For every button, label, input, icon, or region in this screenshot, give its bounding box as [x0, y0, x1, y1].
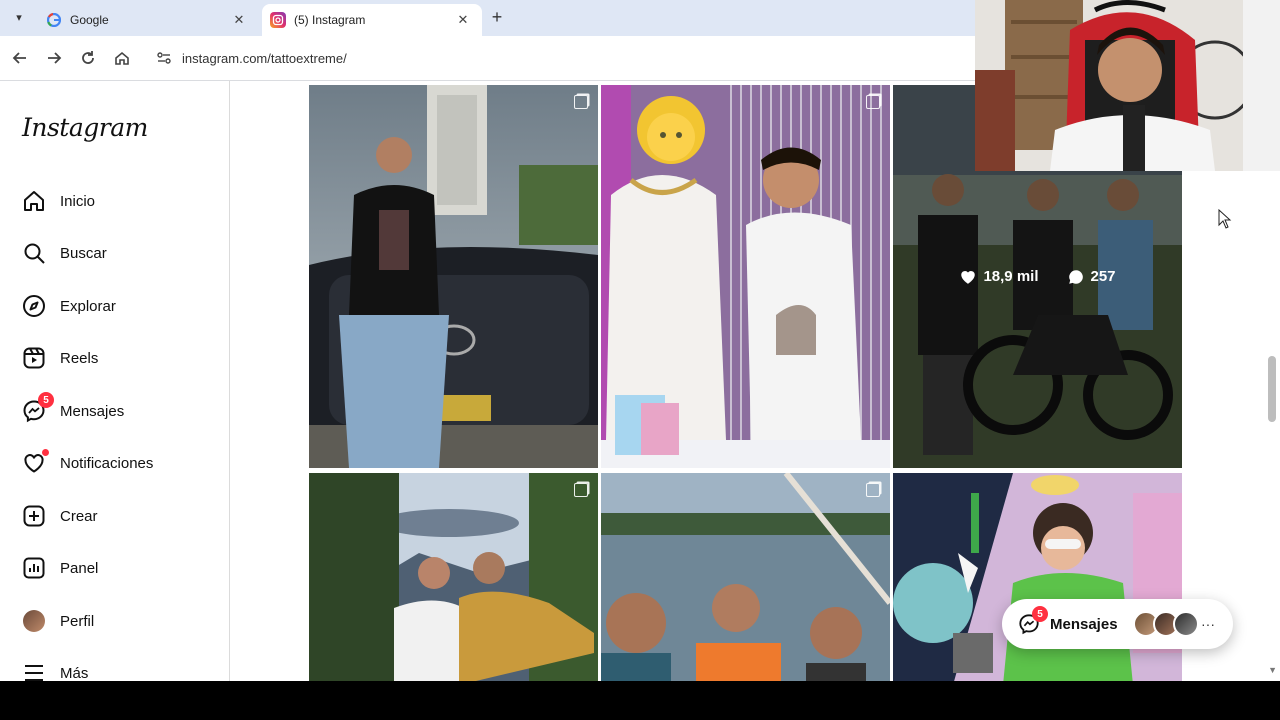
sidebar-item-mas[interactable]: Más: [22, 657, 222, 681]
profile-avatar: [22, 609, 46, 633]
heart-filled-icon: [961, 270, 976, 284]
forward-arrow-icon[interactable]: [42, 46, 66, 70]
messages-badge: 5: [38, 392, 54, 408]
heart-icon: [22, 449, 49, 475]
tab-title: Google: [70, 13, 109, 27]
address-bar[interactable]: instagram.com/tattoextreme/: [146, 42, 972, 74]
post-thumbnail[interactable]: [893, 473, 1182, 681]
home-icon: [22, 189, 46, 213]
multi-post-icon: [866, 95, 880, 109]
like-count-value: 18,9 mil: [983, 268, 1039, 285]
messages-popup-button[interactable]: 5 Mensajes ···: [1002, 599, 1233, 649]
multi-post-icon: [574, 483, 588, 497]
scroll-down-arrow-icon[interactable]: ▼: [1268, 665, 1277, 675]
search-icon: [22, 241, 46, 265]
messages-popup-label: Mensajes: [1050, 615, 1118, 633]
sidebar-item-crear[interactable]: Crear: [22, 500, 222, 532]
sidebar-item-inicio[interactable]: Inicio: [22, 185, 222, 217]
sidebar-item-notificaciones[interactable]: Notificaciones: [22, 447, 222, 479]
sidebar-item-mensajes[interactable]: 5 Mensajes: [22, 392, 222, 427]
messenger-icon: 5: [22, 392, 54, 423]
url-text: instagram.com/tattoextreme/: [182, 50, 347, 66]
reload-icon[interactable]: [76, 46, 100, 70]
comment-count-value: 257: [1090, 268, 1116, 285]
webcam-overlay: [975, 0, 1280, 171]
comment-count: 257: [1067, 268, 1116, 286]
instagram-icon: [270, 12, 286, 28]
sidebar-item-explorar[interactable]: Explorar: [22, 290, 222, 322]
home-icon[interactable]: [110, 46, 134, 70]
sidebar: Instagram Inicio Buscar Explorar Reels 5…: [0, 81, 230, 681]
plus-square-icon: [22, 504, 46, 528]
more-ellipsis: ···: [1201, 616, 1215, 632]
sidebar-item-label: Notificaciones: [60, 454, 154, 472]
messages-popup-badge: 5: [1032, 606, 1048, 622]
tab-google[interactable]: Google ✕: [38, 4, 258, 36]
multi-post-icon: [866, 483, 880, 497]
tab-search-chevron-icon[interactable]: ▾: [8, 6, 30, 28]
sidebar-item-label: Buscar: [60, 244, 107, 262]
sidebar-item-label: Reels: [60, 349, 99, 367]
tab-instagram[interactable]: (5) Instagram ✕: [262, 4, 482, 36]
instagram-page: Instagram Inicio Buscar Explorar Reels 5…: [0, 81, 1280, 681]
post-thumbnail[interactable]: [309, 85, 598, 468]
scrollbar-thumb[interactable]: [1268, 356, 1276, 422]
close-icon[interactable]: ✕: [454, 11, 472, 29]
new-tab-plus-icon[interactable]: +: [488, 7, 506, 27]
close-icon[interactable]: ✕: [230, 11, 248, 29]
site-settings-icon[interactable]: [154, 48, 174, 68]
messenger-icon: 5: [1018, 606, 1048, 635]
mouse-cursor-icon: [1218, 209, 1232, 229]
google-icon: [46, 12, 62, 28]
multi-post-icon: [574, 95, 588, 109]
sidebar-item-label: Inicio: [60, 192, 96, 210]
post-thumbnail[interactable]: [601, 85, 890, 468]
sidebar-item-label: Perfil: [60, 612, 95, 630]
recent-chat-avatars: ···: [1133, 611, 1215, 637]
comment-filled-icon: [1068, 269, 1083, 284]
sidebar-item-perfil[interactable]: Perfil: [22, 605, 222, 637]
sidebar-item-label: Mensajes: [60, 402, 125, 420]
reels-icon: [22, 346, 46, 370]
post-thumbnail[interactable]: [309, 473, 598, 681]
like-count: 18,9 mil: [959, 268, 1039, 286]
sidebar-item-reels[interactable]: Reels: [22, 342, 222, 374]
sidebar-item-label: Explorar: [60, 297, 116, 315]
notification-dot: [42, 449, 49, 456]
sidebar-item-label: Más: [60, 664, 89, 682]
sidebar-item-label: Panel: [60, 559, 99, 577]
menu-icon: [22, 661, 46, 681]
sidebar-item-buscar[interactable]: Buscar: [22, 237, 222, 269]
back-arrow-icon[interactable]: [8, 46, 32, 70]
instagram-logo[interactable]: Instagram: [22, 113, 148, 142]
compass-icon: [22, 294, 46, 318]
chart-icon: [22, 556, 46, 580]
post-thumbnail[interactable]: [601, 473, 890, 681]
sidebar-item-label: Crear: [60, 507, 98, 525]
sidebar-item-panel[interactable]: Panel: [22, 552, 222, 584]
chat-avatar: [1173, 611, 1199, 637]
tab-title: (5) Instagram: [294, 13, 366, 27]
